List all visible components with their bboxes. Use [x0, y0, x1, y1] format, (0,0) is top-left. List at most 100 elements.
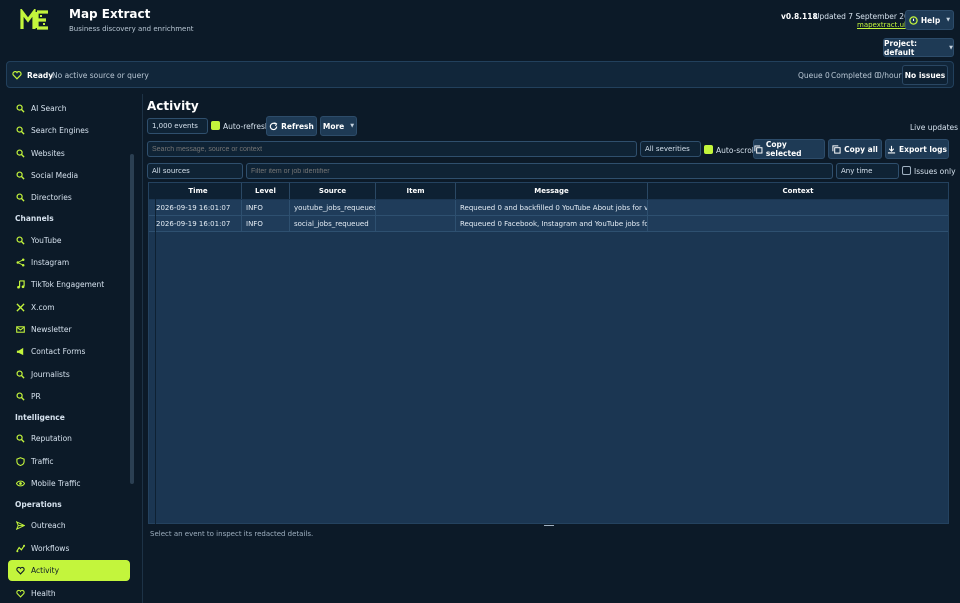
sources-select[interactable]: All sources — [147, 163, 243, 179]
copy-all-button[interactable]: Copy all — [828, 139, 882, 159]
severity-select[interactable]: All severities — [640, 141, 701, 157]
status-message: No active source or query — [52, 71, 149, 80]
cell-context — [648, 200, 948, 216]
magnifier-icon — [16, 171, 25, 180]
refresh-icon — [269, 121, 278, 130]
sidebar-item-journalists[interactable]: Journalists — [8, 364, 130, 385]
channels-heading: Channels — [15, 214, 54, 223]
auto-refresh-checkbox[interactable] — [211, 121, 220, 130]
copy-selected-label: Copy selected — [765, 140, 802, 158]
sidebar-item-label: YouTube — [31, 236, 62, 245]
sidebar-item-search-engines[interactable]: Search Engines — [8, 120, 130, 141]
sidebar-item-outreach[interactable]: Outreach — [8, 515, 130, 536]
cell-time: 2026-09-19 16:01:07 — [152, 216, 242, 232]
row-selection-gutter — [155, 199, 156, 524]
more-label: More — [322, 121, 345, 131]
copy-selected-button[interactable]: Copy selected — [753, 139, 825, 159]
x-logo-icon — [16, 303, 25, 312]
search-input[interactable] — [147, 141, 637, 157]
sidebar-item-label: Contact Forms — [31, 347, 86, 356]
events-select[interactable]: 1,000 events — [147, 118, 208, 134]
cell-source: youtube_jobs_requeued — [290, 200, 376, 216]
issues-button[interactable]: No issues — [902, 65, 948, 85]
sidebar-item-newsletter[interactable]: Newsletter — [8, 319, 130, 340]
refresh-label: Refresh — [281, 121, 314, 131]
sidebar-item-label: Websites — [31, 149, 65, 158]
magnifier-icon — [16, 193, 25, 202]
workflow-icon — [16, 544, 25, 553]
sidebar-item-x-com[interactable]: X.com — [8, 297, 130, 318]
more-button[interactable]: More ▼ — [320, 116, 357, 136]
envelope-icon — [16, 326, 25, 333]
column-header-item[interactable]: Item — [376, 183, 456, 199]
sidebar-item-youtube[interactable]: YouTube — [8, 230, 130, 251]
site-link[interactable]: mapextract.uk — [857, 21, 908, 29]
page-title: Activity — [147, 99, 199, 113]
auto-scroll-checkbox[interactable] — [704, 145, 713, 154]
send-icon — [16, 521, 25, 530]
refresh-button[interactable]: Refresh — [266, 116, 317, 136]
sidebar-item-label: TikTok Engagement — [31, 280, 105, 289]
time-select[interactable]: Any time — [836, 163, 899, 179]
sidebar-item-label: AI Search — [31, 104, 67, 113]
share-icon — [16, 258, 25, 267]
app-subtitle: Business discovery and enrichment — [69, 25, 194, 33]
queue-count: Queue 0 — [798, 71, 830, 80]
cell-source: social_jobs_requeued — [290, 216, 376, 232]
sidebar-item-label: Workflows — [31, 544, 70, 553]
sidebar-item-contact-forms[interactable]: Contact Forms — [8, 341, 130, 362]
sidebar-item-reputation[interactable]: Reputation — [8, 428, 130, 449]
shield-icon — [16, 457, 25, 466]
sidebar-item-pr[interactable]: PR — [8, 386, 130, 407]
activity-table — [148, 182, 949, 524]
column-header-source[interactable]: Source — [290, 183, 376, 199]
heart-icon — [16, 566, 25, 575]
sidebar-scrollbar[interactable] — [130, 154, 134, 484]
sidebar-item-traffic[interactable]: Traffic — [8, 451, 130, 472]
project-select[interactable]: Project: default ▼ — [883, 38, 954, 57]
column-header-context[interactable]: Context — [648, 183, 948, 199]
magnifier-icon — [16, 126, 25, 135]
sidebar-item-ai-search[interactable]: AI Search — [8, 98, 130, 119]
sidebar-item-health[interactable]: Health — [8, 583, 130, 603]
sidebar-item-social-media[interactable]: Social Media — [8, 165, 130, 186]
magnifier-icon — [16, 392, 25, 401]
sidebar-item-directories[interactable]: Directories — [8, 187, 130, 208]
cell-time: 2026-09-19 16:01:07 — [152, 200, 242, 216]
cell-level: INFO — [242, 200, 290, 216]
details-hint: Select an event to inspect its redacted … — [150, 530, 314, 538]
sidebar-item-workflows[interactable]: Workflows — [8, 538, 130, 559]
sidebar-item-activity[interactable]: Activity — [8, 560, 130, 581]
export-logs-button[interactable]: Export logs — [885, 139, 949, 159]
issues-only-checkbox[interactable] — [902, 166, 911, 175]
column-header-message[interactable]: Message — [456, 183, 648, 199]
sidebar-item-label: Newsletter — [31, 325, 72, 334]
help-icon — [909, 15, 918, 25]
sidebar-item-instagram[interactable]: Instagram — [8, 252, 130, 273]
filter-input[interactable] — [246, 163, 833, 179]
sidebar-item-websites[interactable]: Websites — [8, 143, 130, 164]
sidebar-item-label: PR — [31, 392, 41, 401]
chevron-down-icon: ▼ — [350, 123, 355, 129]
magnifier-icon — [16, 149, 25, 158]
column-header-time[interactable]: Time — [155, 183, 242, 199]
intelligence-heading: Intelligence — [15, 413, 65, 422]
heart-icon — [12, 71, 22, 80]
download-icon — [887, 145, 896, 153]
copy-icon — [754, 144, 763, 154]
live-updates-label: Live updates — [910, 123, 959, 132]
sidebar-item-label: Social Media — [31, 171, 79, 180]
sidebar-divider — [142, 94, 143, 603]
sidebar-item-label: Activity — [31, 566, 60, 575]
help-button[interactable]: Help ▼ — [905, 10, 954, 30]
sidebar-item-mobile-traffic[interactable]: Mobile Traffic — [8, 473, 130, 494]
panel-resize-handle[interactable] — [544, 525, 554, 526]
sidebar-item-tiktok-engagement[interactable]: TikTok Engagement — [8, 274, 130, 295]
sidebar-item-label: Reputation — [31, 434, 72, 443]
column-header-level[interactable]: Level — [242, 183, 290, 199]
copy-icon — [832, 144, 841, 154]
issues-only-label: Issues only — [914, 167, 956, 176]
sidebar-item-label: X.com — [31, 303, 55, 312]
help-label: Help — [920, 15, 941, 25]
eye-icon — [16, 480, 25, 487]
